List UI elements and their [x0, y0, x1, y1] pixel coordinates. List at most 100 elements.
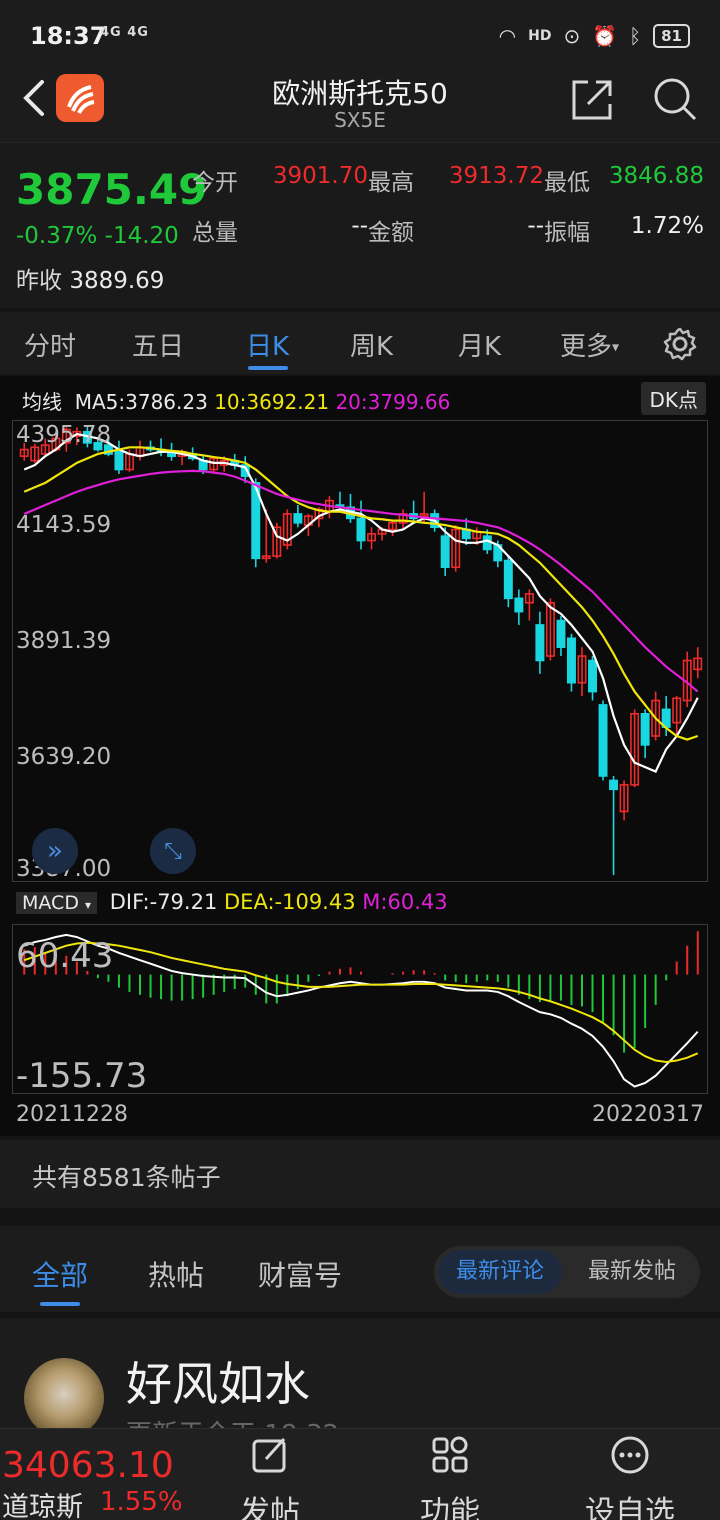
nav-functions-label: 功能 — [420, 1495, 480, 1520]
posts-count: 共有8581条帖子 — [32, 1163, 221, 1192]
candle-body — [640, 713, 650, 746]
macd-top-label: 60.43 — [16, 936, 114, 976]
candle-body — [293, 513, 303, 524]
dropdown-icon: ▾ — [612, 339, 620, 356]
high-label: 最高 — [368, 170, 414, 196]
avatar[interactable] — [24, 1358, 104, 1438]
quote-panel: 3875.49 -0.37% -14.20 昨收 3889.69 今开 3901.… — [0, 142, 720, 308]
wifi-icon: ◠ — [498, 24, 517, 48]
tab-intraday[interactable]: 分时 — [24, 326, 76, 363]
ticker-value: 34063.10 — [2, 1445, 174, 1486]
feed-tab-indicator — [40, 1302, 80, 1306]
volume-value: -- — [351, 213, 368, 239]
ma10-line — [23, 446, 699, 741]
amplitude-value: 1.72% — [630, 213, 704, 239]
high-cell: 最高 3913.72 — [368, 163, 544, 197]
candle-body — [598, 704, 608, 777]
ma-legend: 均线 MA5:3786.23 10:3692.21 20:3799.66 — [22, 386, 450, 415]
prev-close-value: 3889.69 — [69, 268, 165, 294]
expand-icon: ⤡ — [164, 838, 182, 864]
candle-body — [503, 559, 513, 600]
candle-body — [535, 624, 545, 662]
macd-bottom-label: -155.73 — [16, 1056, 148, 1096]
tab-daily-k[interactable]: 日K — [246, 326, 289, 363]
tab-indicator — [248, 366, 288, 370]
feed-tab-wealth[interactable]: 财富号 — [258, 1254, 342, 1294]
feed-tab-all[interactable]: 全部 — [32, 1254, 88, 1294]
tab-five-day[interactable]: 五日 — [132, 326, 184, 363]
y-axis-label: 3891.39 — [16, 628, 112, 654]
y-axis-label: 4395.78 — [16, 422, 112, 448]
signal-indicator: 4G 4G — [100, 25, 149, 40]
logo-icon — [67, 85, 95, 114]
quote-grid: 今开 3901.70 最高 3913.72 最低 3846.88 总量 -- 金额 -- … — [192, 163, 704, 263]
nav-watchlist-label: 设自选 — [585, 1495, 675, 1520]
nav-post-button[interactable]: 发帖 — [210, 1435, 330, 1520]
start-date: 20211228 — [16, 1102, 128, 1127]
volume-label: 总量 — [192, 220, 238, 246]
post-item[interactable]: 好风如水 更新于今天 18:32 — [0, 1318, 720, 1450]
search-button[interactable] — [652, 76, 698, 122]
settings-gear-button[interactable] — [662, 326, 698, 362]
candle-body — [556, 619, 566, 648]
nav-functions-button[interactable]: 功能 — [390, 1435, 510, 1520]
amount-label: 金额 — [368, 220, 414, 246]
app-header: 欧洲斯托克50 SX5E — [0, 72, 720, 142]
sort-toggle: 最新评论 最新发帖 — [434, 1246, 700, 1298]
indicator-select[interactable]: MACD ▾ — [16, 892, 98, 914]
dif-value: DIF:-79.21 — [109, 890, 218, 914]
feed-tab-hot[interactable]: 热帖 — [148, 1254, 204, 1294]
period-tabs: 分时 五日 日K 周K 月K 更多▾ — [0, 312, 720, 374]
ma-label: 均线 — [22, 390, 62, 414]
ma20-value: 20:3799.66 — [335, 390, 451, 414]
back-button[interactable] — [16, 78, 52, 118]
post-author[interactable]: 好风如水 — [126, 1348, 310, 1414]
ticker-percent: 1.55% — [100, 1487, 183, 1517]
nav-post-label: 发帖 — [240, 1495, 300, 1520]
low-cell: 最低 3846.88 — [544, 163, 704, 197]
amount-cell: 金额 -- — [368, 213, 544, 247]
status-bar: 18:37 4G 4G ◠ HD ⊙ ⏰ ᛒ 81 — [0, 0, 720, 72]
alarm-icon: ⏰ — [592, 24, 618, 48]
dk-points-button[interactable]: DK点 — [641, 382, 706, 415]
ticker-name: 道琼斯 — [2, 1492, 83, 1520]
candlestick-chart[interactable] — [12, 420, 708, 882]
candle-body — [514, 597, 524, 613]
current-price: 3875.49 — [16, 165, 208, 214]
y-axis-label: 3639.20 — [16, 744, 112, 770]
open-label: 今开 — [192, 170, 238, 196]
double-chevron-icon: » — [47, 836, 63, 866]
hd-icon: HD — [528, 28, 552, 44]
dropdown-icon: ▾ — [85, 898, 92, 912]
end-date: 20220317 — [592, 1102, 704, 1127]
tab-monthly-k[interactable]: 月K — [458, 326, 501, 363]
expand-left-button[interactable]: » — [32, 828, 78, 874]
volume-cell: 总量 -- — [192, 213, 368, 247]
tab-weekly-k[interactable]: 周K — [350, 326, 393, 363]
status-time: 18:37 — [30, 22, 107, 50]
share-button[interactable] — [570, 78, 614, 122]
tab-more[interactable]: 更多▾ — [560, 326, 619, 363]
y-axis-label: 4143.59 — [16, 512, 112, 538]
chart-area: 均线 MA5:3786.23 10:3692.21 20:3799.66 DK点… — [0, 376, 720, 1136]
more-dots-icon — [611, 1436, 649, 1474]
app-logo — [56, 74, 104, 122]
nav-watchlist-button[interactable]: 设自选 — [570, 1435, 690, 1520]
macd-legend: MACD ▾ DIF:-79.21 DEA:-109.43 M:60.43 — [16, 890, 448, 914]
open-cell: 今开 3901.70 — [192, 163, 368, 197]
candle-body — [609, 779, 619, 791]
battery-icon: 81 — [653, 24, 690, 48]
amplitude-cell: 振幅 1.72% — [544, 213, 704, 247]
fullscreen-button[interactable]: ⤡ — [150, 828, 196, 874]
sort-latest-comments[interactable]: 最新评论 — [438, 1250, 562, 1294]
low-value: 3846.88 — [608, 163, 704, 189]
bottom-nav: 34063.10 道琼斯 1.55% 发帖 功能 设自选 — [0, 1428, 720, 1520]
sort-latest-posts[interactable]: 最新发帖 — [570, 1250, 694, 1294]
candle-body — [114, 450, 124, 471]
high-value: 3913.72 — [448, 163, 544, 189]
feed-tabs: 全部 热帖 财富号 最新评论 最新发帖 — [0, 1226, 720, 1312]
lock-icon: ⊙ — [563, 24, 581, 48]
amplitude-label: 振幅 — [544, 220, 590, 246]
prev-close: 昨收 3889.69 — [16, 261, 164, 295]
candle-body — [356, 517, 366, 542]
